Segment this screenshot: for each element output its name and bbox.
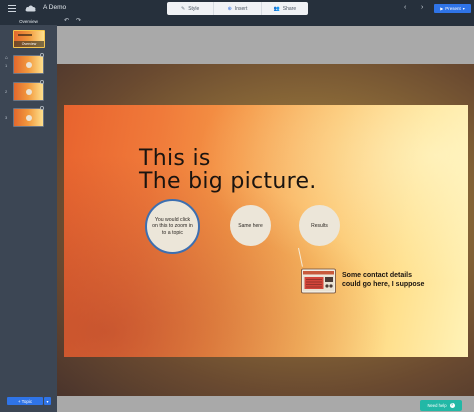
people-icon: 👥 — [273, 5, 280, 12]
sidebar-item-topic-3[interactable] — [13, 108, 44, 127]
topic-circle-2[interactable]: Same here — [230, 205, 271, 246]
add-topic-dropdown[interactable]: ▾ — [44, 397, 51, 405]
sidebar: Overview ⌂ Overview 1 2 3 + Topic ▾ — [0, 17, 57, 412]
hamburger-menu-icon[interactable] — [8, 5, 16, 12]
add-topic-button[interactable]: + Topic — [7, 397, 43, 405]
present-button[interactable]: ▶ Present ▾ — [434, 4, 471, 13]
toolbar-tabs: ✎ Style ⊕ Insert 👥 Share — [167, 2, 308, 15]
cloud-icon[interactable] — [24, 3, 37, 13]
redo-icon[interactable]: ↷ — [76, 18, 81, 25]
topic-settings-icon[interactable] — [40, 80, 44, 84]
topic-settings-icon[interactable] — [40, 53, 44, 57]
sidebar-item-overview[interactable]: Overview — [13, 30, 45, 48]
slide-heading[interactable]: This is The big picture. — [139, 148, 317, 194]
previous-step-icon[interactable]: ‹ — [404, 4, 406, 12]
home-icon: ⌂ — [5, 55, 9, 61]
sidebar-item-topic-2[interactable] — [13, 82, 44, 101]
topic-number: 1 — [5, 63, 8, 68]
contact-details-text[interactable]: Some contact details could go here, I su… — [342, 272, 428, 289]
topic-circle-1[interactable]: You would click on this to zoom in to a … — [145, 199, 200, 254]
overview-slide[interactable]: This is The big picture. You would click… — [64, 105, 468, 357]
undo-icon[interactable]: ↶ — [64, 18, 69, 25]
heading-line-1: This is — [139, 146, 211, 171]
tab-insert-label: Insert — [234, 5, 248, 12]
sidebar-item-topic-1[interactable] — [13, 55, 44, 74]
topic-circle-3[interactable]: Results — [299, 205, 340, 246]
top-bar: A Demo ✎ Style ⊕ Insert 👥 Share ‹ › ▶ Pr… — [0, 0, 474, 17]
radio-icon[interactable] — [301, 267, 336, 294]
undo-bar: ↶ ↷ — [57, 17, 474, 26]
heading-line-2: The big picture. — [139, 169, 317, 194]
present-label: Present — [445, 6, 461, 11]
sidebar-header: Overview — [0, 17, 57, 25]
chevron-down-icon: ▾ — [46, 398, 49, 404]
topic-settings-icon[interactable] — [40, 106, 44, 110]
play-icon: ▶ — [440, 6, 444, 11]
topic-number: 3 — [5, 115, 8, 120]
presentation-title[interactable]: A Demo — [43, 3, 66, 13]
next-step-icon[interactable]: › — [421, 4, 423, 12]
need-help-button[interactable]: Need help ? — [420, 400, 462, 411]
tab-style-label: Style — [188, 5, 200, 12]
brush-icon: ✎ — [181, 5, 186, 12]
tab-share-label: Share — [282, 5, 297, 12]
tab-insert[interactable]: ⊕ Insert — [214, 2, 262, 15]
need-help-label: Need help — [427, 403, 447, 408]
tab-style[interactable]: ✎ Style — [167, 2, 215, 15]
topic-number: 2 — [5, 89, 8, 94]
help-question-icon: ? — [449, 403, 455, 408]
plus-circle-icon: ⊕ — [227, 5, 232, 12]
tab-share[interactable]: 👥 Share — [262, 2, 308, 15]
editor-canvas[interactable]: This is The big picture. You would click… — [57, 26, 474, 412]
chevron-down-icon: ▾ — [462, 6, 465, 11]
overview-caption: Overview — [14, 41, 44, 47]
